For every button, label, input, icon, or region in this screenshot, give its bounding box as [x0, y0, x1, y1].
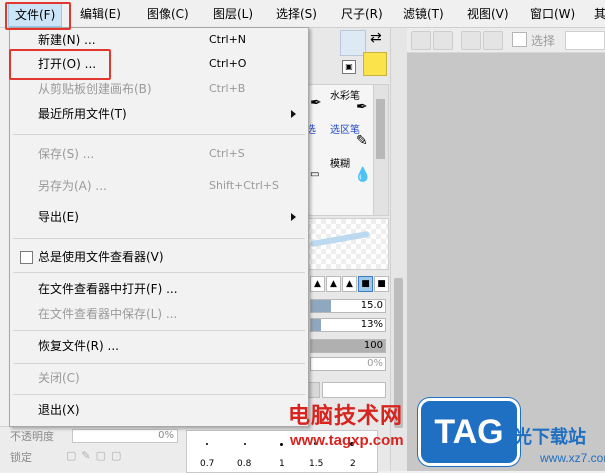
- deselect-button[interactable]: [461, 31, 481, 50]
- brush-shape-5[interactable]: ■: [374, 276, 389, 292]
- third-slider[interactable]: 100: [310, 339, 386, 353]
- toolbar-input[interactable]: [565, 31, 605, 50]
- brush-size-label-5[interactable]: 2: [350, 459, 356, 469]
- brush-shape-selector: ▲ ▲ ▲ ■ ■: [310, 276, 389, 292]
- watermark-sub-name: 光下载站: [514, 427, 586, 448]
- fourth-value: 0%: [367, 358, 383, 369]
- redo-button[interactable]: [433, 31, 453, 50]
- menu-other[interactable]: 其: [594, 5, 605, 23]
- brush-size-label-4[interactable]: 1.5: [309, 459, 323, 469]
- canvas-toolbar: 选择: [407, 28, 605, 53]
- menu-item-save-in-file-viewer[interactable]: 在文件查看器中保存(L) ...: [10, 303, 308, 325]
- brush-size-dot-3[interactable]: [280, 443, 283, 446]
- menu-item-new-from-clipboard[interactable]: 从剪贴板创建画布(B) Ctrl+B: [10, 78, 308, 100]
- watermark-site-url: www.tagxp.com: [290, 432, 404, 449]
- brush-shape-1[interactable]: ▲: [310, 276, 325, 292]
- watermark-site-name: 电脑技术网: [288, 404, 404, 429]
- opacity-label: 不透明度: [10, 430, 54, 443]
- submenu-arrow-icon: [291, 213, 296, 221]
- undo-button[interactable]: [411, 31, 431, 50]
- file-menu-dropdown: 新建(N) ... Ctrl+N 打开(O) ... Ctrl+O 从剪贴板创建…: [9, 27, 309, 427]
- menu-layer[interactable]: 图层(L): [213, 5, 253, 23]
- select-pen-tool-icon[interactable]: ✎: [356, 133, 368, 149]
- density-slider[interactable]: 13%: [310, 318, 386, 332]
- brush-shape-4[interactable]: ■: [358, 276, 373, 292]
- lock-label: 锁定: [10, 451, 32, 464]
- menu-window[interactable]: 窗口(W): [530, 5, 575, 23]
- fourth-slider[interactable]: 0%: [310, 357, 386, 371]
- menu-item-exit[interactable]: 退出(X): [10, 399, 308, 421]
- tool-grid: ✒ 水彩笔 ✒ 选 选区笔 ✎ 模糊 💧 ▭: [305, 84, 375, 216]
- lock-options-icons[interactable]: ▢✎▢▢: [66, 449, 126, 462]
- menu-image[interactable]: 图像(C): [147, 5, 189, 23]
- brush-size-dot-2[interactable]: [244, 443, 246, 445]
- value-field[interactable]: [322, 382, 386, 398]
- tool-scrollbar[interactable]: [373, 84, 389, 216]
- menu-item-save-as[interactable]: 另存为(A) ... Shift+Ctrl+S: [10, 175, 308, 197]
- invert-selection-button[interactable]: [483, 31, 503, 50]
- menu-item-open-in-file-viewer[interactable]: 在文件查看器中打开(F) ...: [10, 278, 308, 300]
- brush-size-label-3[interactable]: 1: [279, 459, 285, 469]
- gradient-tool-icon[interactable]: ▭: [310, 169, 319, 180]
- brush-shape-3[interactable]: ▲: [342, 276, 357, 292]
- blur-tool-icon[interactable]: 💧: [354, 167, 371, 183]
- third-value: 100: [363, 340, 383, 351]
- checkbox-icon[interactable]: [20, 251, 33, 264]
- file-menu-highlight: [5, 2, 71, 30]
- watermark-tag-logo: TAG: [418, 398, 520, 466]
- submenu-arrow-icon: [291, 110, 296, 118]
- menu-select[interactable]: 选择(S): [276, 5, 317, 23]
- brush-size-label-1[interactable]: 0.7: [200, 459, 214, 469]
- menu-ruler[interactable]: 尺子(R): [341, 5, 383, 23]
- menu-separator: [13, 238, 305, 239]
- menu-item-close[interactable]: 关闭(C): [10, 367, 308, 389]
- select-checkbox[interactable]: [512, 32, 527, 47]
- watercolor-tool-icon[interactable]: ✒: [356, 99, 368, 115]
- menu-item-recover-file[interactable]: 恢复文件(R) ...: [10, 335, 308, 357]
- menu-item-always-use-file-viewer[interactable]: 总是使用文件查看器(V): [10, 246, 308, 268]
- menu-separator: [13, 330, 305, 331]
- menu-item-export[interactable]: 导出(E): [10, 206, 308, 228]
- menu-view[interactable]: 视图(V): [467, 5, 509, 23]
- size-value: 15.0: [360, 300, 383, 311]
- opacity-value: 0%: [158, 430, 174, 441]
- menu-item-new[interactable]: 新建(N) ... Ctrl+N: [10, 29, 308, 51]
- select-label: 选择: [531, 34, 556, 48]
- menu-item-save[interactable]: 保存(S) ... Ctrl+S: [10, 143, 308, 165]
- menu-filter[interactable]: 滤镜(T): [403, 5, 444, 23]
- swap-colors-icon[interactable]: ⇄: [370, 30, 382, 46]
- open-item-highlight: [9, 49, 111, 80]
- watermark-sub-url: www.xz7.com: [540, 451, 605, 465]
- density-value: 13%: [360, 319, 383, 330]
- reset-colors-icon[interactable]: ▣: [342, 60, 356, 74]
- menu-separator: [13, 394, 305, 395]
- opacity-slider[interactable]: 0%: [72, 429, 178, 443]
- menu-separator: [13, 272, 305, 273]
- menu-item-recent-files[interactable]: 最近所用文件(T): [10, 103, 308, 125]
- brush-size-label-2[interactable]: 0.8: [237, 459, 251, 469]
- menu-edit[interactable]: 编辑(E): [80, 5, 121, 23]
- menu-separator: [13, 134, 305, 135]
- brush-shape-2[interactable]: ▲: [326, 276, 341, 292]
- brush-size-dot-1[interactable]: [206, 443, 208, 445]
- blur-tool-label[interactable]: 模糊: [330, 155, 350, 170]
- secondary-color-swatch[interactable]: [363, 52, 387, 76]
- field-button[interactable]: [308, 382, 320, 398]
- pen-tool-icon[interactable]: ✒: [310, 95, 322, 111]
- menu-separator: [13, 363, 305, 364]
- size-slider[interactable]: 15.0: [310, 299, 386, 313]
- menu-bar: 文件(F) 编辑(E) 图像(C) 图层(L) 选择(S) 尺子(R) 滤镜(T…: [0, 0, 605, 28]
